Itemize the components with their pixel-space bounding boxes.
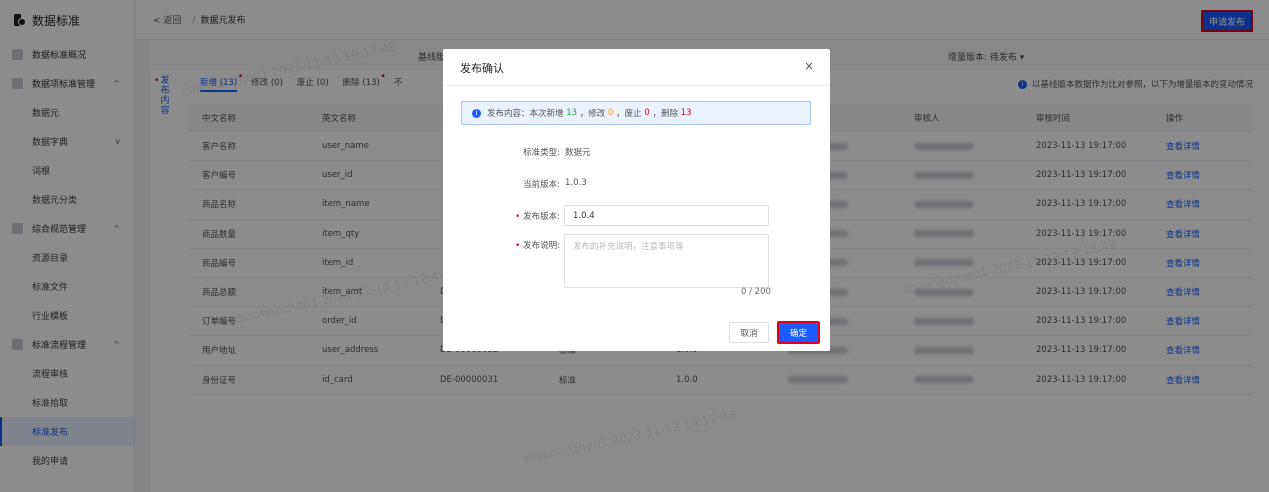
confirm-button[interactable]: 确定	[777, 321, 820, 344]
publish-version-input[interactable]: 1.0.4	[564, 205, 769, 226]
modified-prefix: ，修改	[579, 109, 606, 119]
publish-desc-textarea[interactable]: 发布的补充说明，注意事项等	[564, 234, 769, 288]
dialog-divider	[443, 85, 830, 86]
required-mark: •	[515, 241, 521, 251]
current-version-value: 1.0.3	[565, 178, 587, 188]
deleted-count: 13	[680, 108, 692, 118]
publish-desc-label: • 发布说明:	[460, 239, 560, 251]
publish-summary-alert: i 发布内容：本次新增 13 ，修改 0 ，废止 0 ，删除 13	[461, 101, 811, 125]
close-icon[interactable]: ×	[804, 59, 814, 73]
standard-type-label: 标准类型:	[523, 148, 560, 158]
alert-prefix: 发布内容：本次新增	[487, 109, 564, 119]
cancel-button[interactable]: 取消	[729, 322, 769, 343]
publish-confirm-dialog: 发布确认 × i 发布内容：本次新增 13 ，修改 0 ，废止 0 ，删除 13…	[443, 49, 830, 351]
current-version-label: 当前版本:	[523, 180, 560, 190]
standard-type-value: 数据元	[565, 148, 591, 158]
deleted-prefix: ，删除	[652, 109, 678, 119]
publish-desc-label-text: 发布说明:	[523, 241, 560, 251]
publish-version-label: • 发布版本:	[460, 210, 560, 222]
char-counter: 0 / 200	[741, 287, 771, 297]
abolished-prefix: ，废止	[616, 109, 642, 119]
required-mark: •	[515, 212, 521, 222]
dialog-title: 发布确认	[460, 62, 504, 75]
abolished-count: 0	[644, 108, 650, 118]
info-icon: i	[472, 108, 481, 118]
added-count: 13	[566, 108, 578, 118]
publish-version-label-text: 发布版本:	[523, 212, 560, 222]
modified-count: 0	[607, 108, 614, 118]
